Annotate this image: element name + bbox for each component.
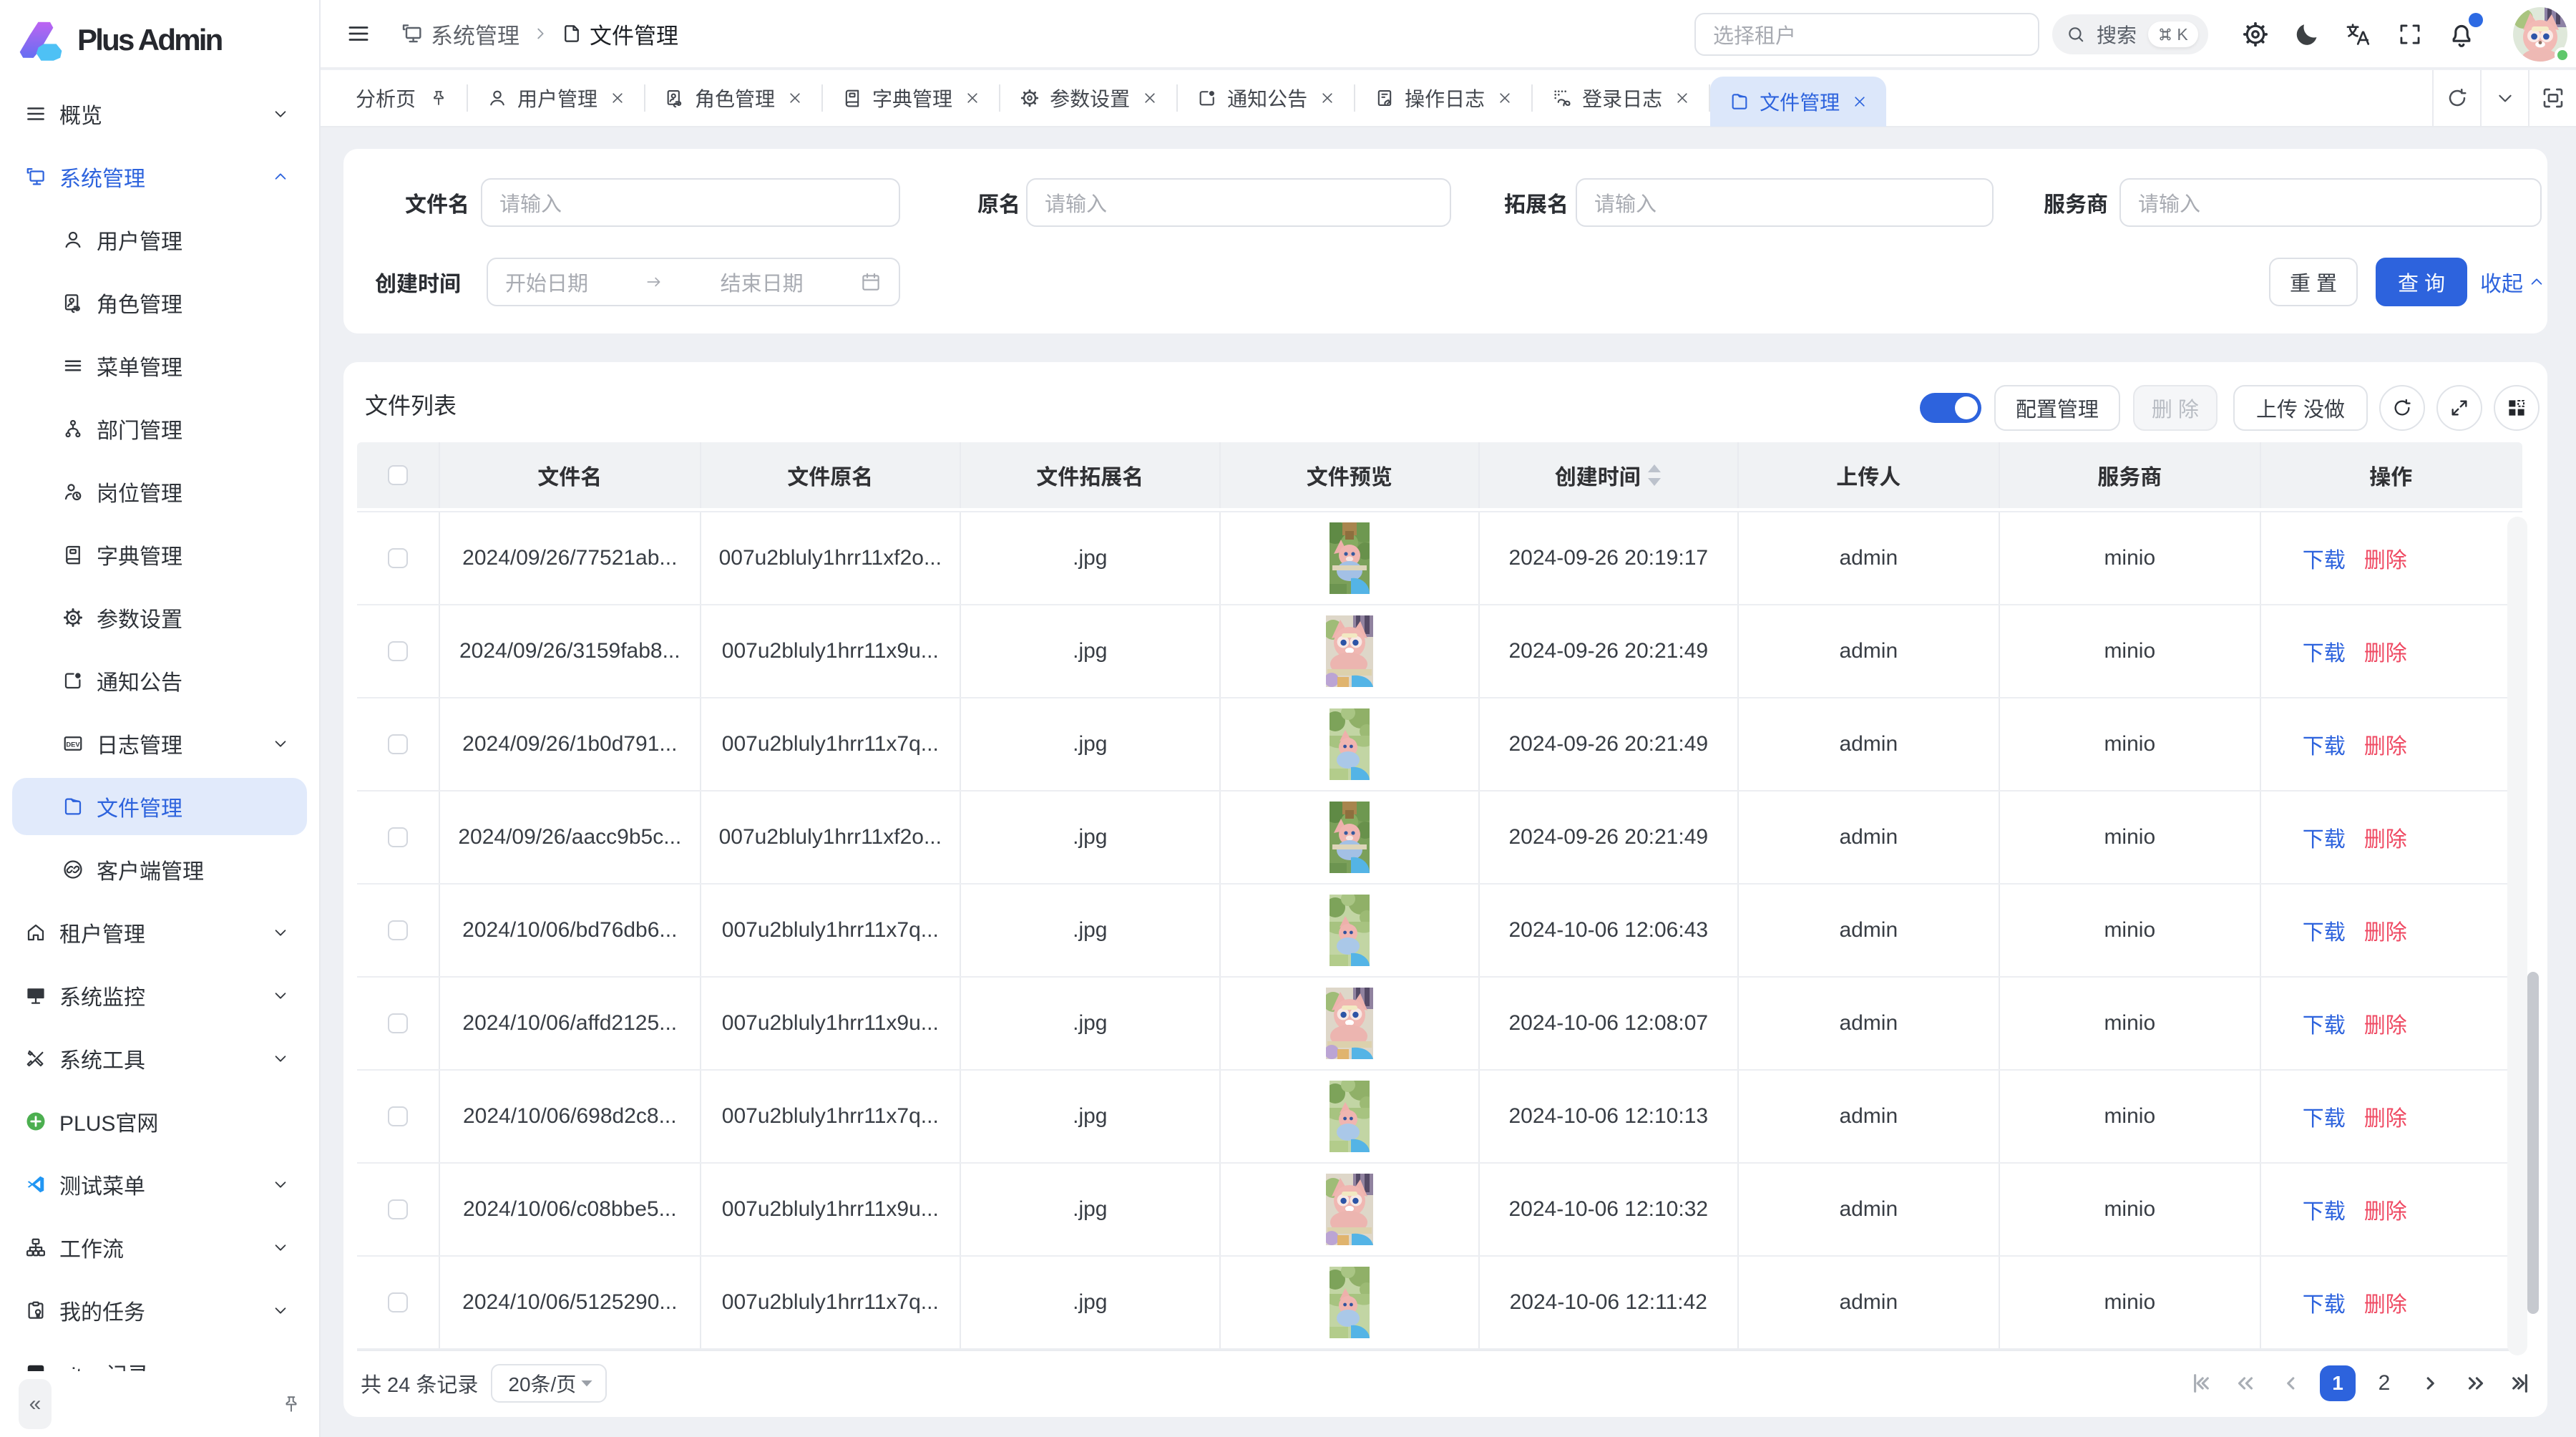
svg-text:DEV: DEV (66, 741, 80, 749)
